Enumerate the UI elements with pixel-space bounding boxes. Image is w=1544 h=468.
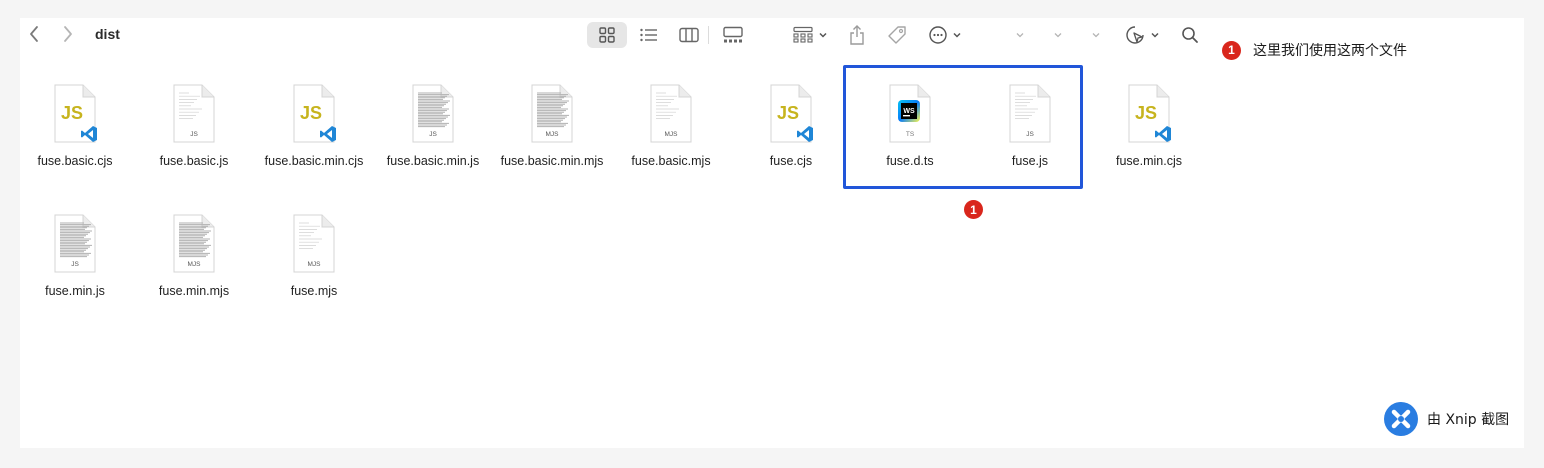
file-name-label: fuse.basic.min.cjs bbox=[264, 154, 364, 168]
chevron-down-icon[interactable] bbox=[1150, 27, 1160, 45]
chevron-down-icon[interactable] bbox=[952, 27, 962, 45]
group-by-icon[interactable] bbox=[790, 22, 816, 48]
vscode-js-file-icon: JS bbox=[54, 84, 97, 143]
file-name-label: fuse.basic.min.mjs bbox=[500, 154, 604, 168]
document-file-icon: JS bbox=[173, 84, 215, 143]
file-item[interactable]: MJS fuse.mjs bbox=[254, 214, 374, 324]
file-name-label: fuse.basic.min.js bbox=[386, 154, 480, 168]
file-item[interactable]: JS fuse.basic.min.js bbox=[373, 84, 493, 194]
share-icon[interactable] bbox=[846, 22, 868, 48]
document-file-icon: MJS bbox=[650, 84, 692, 143]
file-item[interactable]: MJS fuse.basic.mjs bbox=[611, 84, 731, 194]
file-item[interactable]: JS fuse.basic.cjs bbox=[15, 84, 135, 194]
file-item[interactable]: MJS fuse.basic.min.mjs bbox=[492, 84, 612, 194]
document-file-icon: MJS bbox=[293, 214, 335, 273]
chevron-down-icon[interactable] bbox=[1091, 27, 1101, 45]
folder-title: dist bbox=[95, 26, 120, 42]
file-name-label: fuse.basic.js bbox=[159, 154, 229, 168]
xnip-watermark: 由 Xnip 截图 bbox=[1384, 402, 1509, 436]
annotation-callout: 1 这里我们使用这两个文件 bbox=[1222, 40, 1407, 60]
grid-view-icon[interactable] bbox=[587, 22, 627, 48]
svg-text:JS: JS bbox=[429, 131, 437, 138]
document-file-icon: MJS bbox=[531, 84, 573, 143]
document-file-icon: JS bbox=[412, 84, 454, 143]
svg-text:JS: JS bbox=[190, 131, 198, 138]
svg-text:MJS: MJS bbox=[188, 261, 202, 268]
svg-text:JS: JS bbox=[300, 103, 322, 123]
selection-highlight-box bbox=[843, 65, 1083, 189]
document-file-icon: JS bbox=[54, 214, 96, 273]
svg-text:MJS: MJS bbox=[308, 261, 322, 268]
annotation-text: 这里我们使用这两个文件 bbox=[1253, 43, 1407, 59]
file-item[interactable]: JS fuse.cjs bbox=[731, 84, 851, 194]
file-item[interactable]: JS fuse.basic.min.cjs bbox=[254, 84, 374, 194]
file-item[interactable]: JS fuse.min.js bbox=[15, 214, 135, 324]
annotation-badge: 1 bbox=[964, 200, 983, 219]
ellipsis-circle-icon[interactable] bbox=[927, 22, 949, 48]
chevron-down-icon[interactable] bbox=[818, 27, 828, 45]
file-item[interactable]: JS fuse.basic.js bbox=[134, 84, 254, 194]
file-name-label: fuse.mjs bbox=[290, 284, 338, 298]
file-name-label: fuse.min.cjs bbox=[1116, 154, 1182, 168]
annotation-badge: 1 bbox=[1222, 40, 1241, 60]
chevron-down-icon[interactable] bbox=[1053, 27, 1063, 45]
svg-text:MJS: MJS bbox=[546, 131, 560, 138]
vscode-js-file-icon: JS bbox=[293, 84, 336, 143]
file-name-label: fuse.basic.cjs bbox=[37, 154, 113, 168]
svg-text:JS: JS bbox=[1135, 103, 1157, 123]
gallery-view-icon[interactable] bbox=[720, 22, 746, 48]
file-name-label: fuse.cjs bbox=[769, 154, 813, 168]
chevron-right-icon[interactable] bbox=[58, 24, 78, 44]
markup-icon[interactable] bbox=[1124, 22, 1146, 48]
column-view-icon[interactable] bbox=[676, 22, 702, 48]
file-name-label: fuse.basic.mjs bbox=[631, 154, 711, 168]
svg-text:JS: JS bbox=[71, 261, 79, 268]
file-name-label: fuse.min.js bbox=[45, 284, 105, 298]
watermark-text: 由 Xnip 截图 bbox=[1427, 412, 1510, 428]
vscode-js-file-icon: JS bbox=[1128, 84, 1171, 143]
file-name-label: fuse.min.mjs bbox=[158, 284, 230, 298]
list-view-icon[interactable] bbox=[636, 22, 662, 48]
document-file-icon: MJS bbox=[173, 214, 215, 273]
vscode-js-file-icon: JS bbox=[770, 84, 813, 143]
svg-text:JS: JS bbox=[61, 103, 83, 123]
file-item[interactable]: JS fuse.min.cjs bbox=[1089, 84, 1209, 194]
search-icon[interactable] bbox=[1178, 22, 1202, 48]
chevron-left-icon[interactable] bbox=[24, 24, 44, 44]
chevron-down-icon[interactable] bbox=[1015, 27, 1025, 45]
svg-text:JS: JS bbox=[777, 103, 799, 123]
file-item[interactable]: MJS fuse.min.mjs bbox=[134, 214, 254, 324]
xnip-logo-icon bbox=[1384, 402, 1418, 436]
finder-window: dist JS fuse.basic.cjs JS fuse.basic.js … bbox=[20, 18, 1524, 448]
svg-text:MJS: MJS bbox=[665, 131, 679, 138]
tag-icon[interactable] bbox=[885, 22, 909, 48]
